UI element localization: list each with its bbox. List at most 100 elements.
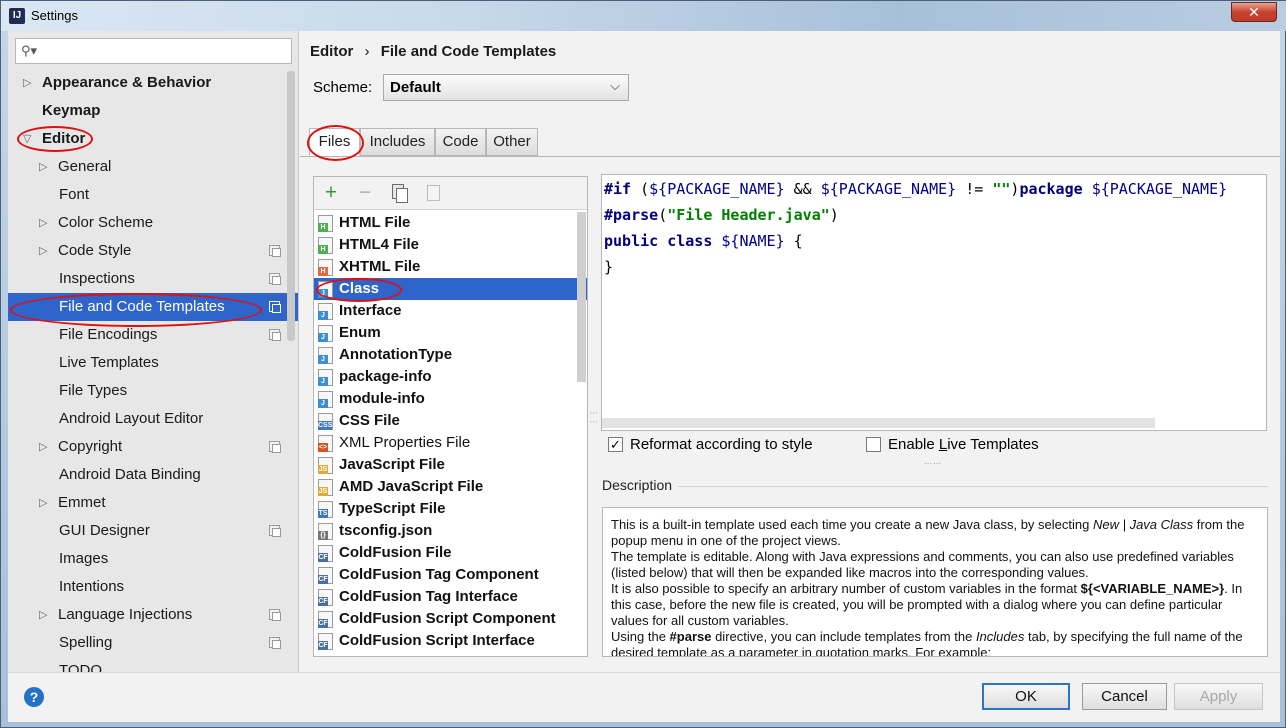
sidebar-item-code-style[interactable]: ▷ Code Style [8,237,298,265]
sidebar-item-android-data-binding[interactable]: Android Data Binding [8,461,298,489]
settings-search-input[interactable]: ⚲▾ [15,38,292,64]
sidebar-item-intentions[interactable]: Intentions [8,573,298,601]
splitter-handle[interactable]: ⋮⋮ [589,409,598,427]
reformat-checkbox-row[interactable]: ✓ Reformat according to style [608,435,838,455]
template-list-item[interactable]: CF ColdFusion File [314,542,587,564]
live-templates-checkbox[interactable] [866,437,881,452]
template-list-scrollbar[interactable] [577,212,586,382]
sidebar-item-label: File Encodings [59,326,158,343]
dialog-button-bar: ? OK Cancel Apply [8,672,1280,722]
chevron-right-icon: ▷ [39,609,48,621]
template-list-item[interactable]: <> XML Properties File [314,432,587,454]
template-list-item[interactable]: CF ColdFusion Tag Component [314,564,587,586]
desc-text: Using the [611,629,670,644]
desc-text: directive, you can include templates fro… [711,629,976,644]
sidebar-item-label: GUI Designer [59,522,150,539]
tab-code[interactable]: Code [435,128,486,156]
sidebar-item-file-types[interactable]: File Types [8,377,298,405]
apply-button[interactable]: Apply [1174,683,1263,710]
code-token: ${PACKAGE_NAME} [649,180,785,198]
file-type-badge: J [318,399,328,408]
sidebar-item-live-templates[interactable]: Live Templates [8,349,298,377]
template-list-label: XHTML File [339,258,421,275]
sidebar-item-general[interactable]: ▷ General [8,153,298,181]
template-list-item[interactable]: J AnnotationType [314,344,587,366]
code-token: ${NAME} [721,232,785,250]
remove-template-button[interactable]: − [353,180,377,206]
template-list-item[interactable]: H HTML4 File [314,234,587,256]
template-list-item[interactable]: Jpackage-info [314,366,587,388]
project-settings-icon [269,301,281,313]
sidebar-item-label: Spelling [59,634,113,651]
tab-files[interactable]: Files [309,128,360,156]
tab-divider [300,156,1280,157]
file-type-badge: CF [318,641,328,650]
tab-includes[interactable]: Includes [360,128,435,156]
help-icon[interactable]: ? [24,687,44,707]
sidebar-item-color-scheme[interactable]: ▷ Color Scheme [8,209,298,237]
tab-other[interactable]: Other [486,128,538,156]
sidebar-item-gui-designer[interactable]: GUI Designer [8,517,298,545]
copy-template-button[interactable] [387,180,411,206]
live-templates-checkbox-row[interactable]: Enable Live Templates [866,435,1056,455]
template-list-item[interactable]: TS TypeScript File [314,498,587,520]
template-list-item[interactable]: CSS CSS File [314,410,587,432]
template-list-item[interactable]: J Interface [314,300,587,322]
template-list-item[interactable]: H HTML File [314,212,587,234]
sidebar-item-android-layout-editor[interactable]: Android Layout Editor [8,405,298,433]
page-title: File and Code Templates [380,43,557,60]
reformat-checkbox[interactable]: ✓ [608,437,623,452]
file-type-icon: CF [318,545,333,562]
template-code-editor[interactable]: #if (${PACKAGE_NAME} && ${PACKAGE_NAME} … [601,174,1267,431]
sidebar-item-images[interactable]: Images [8,545,298,573]
file-type-badge: CF [318,575,328,584]
description-panel[interactable]: This is a built-in template used each ti… [602,507,1268,657]
template-list-item[interactable]: H XHTML File [314,256,587,278]
template-list-item[interactable]: CF ColdFusion Script Component [314,608,587,630]
template-list-item[interactable]: J Class [314,278,587,300]
file-type-badge: JS [318,465,328,474]
project-settings-icon [269,525,281,537]
template-list-item[interactable]: JS AMD JavaScript File [314,476,587,498]
splitter-handle[interactable]: ⋯⋯ [924,459,942,468]
sidebar-item-emmet[interactable]: ▷ Emmet [8,489,298,517]
template-list-item[interactable]: CF ColdFusion Script Interface [314,630,587,652]
scheme-select[interactable]: Default ⌵ [383,74,629,101]
sidebar-item-font[interactable]: Font [8,181,298,209]
sidebar-item-file-encodings[interactable]: File Encodings [8,321,298,349]
sidebar-item-appearance-behavior[interactable]: ▷ Appearance & Behavior [8,69,298,97]
file-type-badge: TS [318,509,328,518]
desc-text: New | Java Class [1092,517,1194,532]
sidebar-item-keymap[interactable]: Keymap [8,97,298,125]
template-list-item[interactable]: CF ColdFusion Tag Interface [314,586,587,608]
sidebar-item-editor[interactable]: ▽ Editor [8,125,298,153]
template-list-item[interactable]: J Enum [314,322,587,344]
template-list-item[interactable]: {} tsconfig.json [314,520,587,542]
sidebar-item-spelling[interactable]: Spelling [8,629,298,657]
cancel-button[interactable]: Cancel [1082,683,1167,710]
chevron-right-icon: ▷ [39,245,48,257]
sidebar-item-file-and-code-templates[interactable]: File and Code Templates [8,293,298,321]
ok-button[interactable]: OK [982,683,1070,710]
file-type-icon: H [318,215,333,232]
add-template-button[interactable]: + [319,180,343,206]
editor-horizontal-scrollbar[interactable] [602,418,1155,428]
code-token: { [784,232,803,250]
sidebar-scrollbar[interactable] [287,71,295,341]
template-list-item[interactable]: JS JavaScript File [314,454,587,476]
template-list-label: tsconfig.json [339,522,433,539]
sidebar-item-label: Copyright [58,438,123,455]
reset-template-button[interactable] [421,180,445,206]
close-window-button[interactable]: ✕ [1231,2,1277,22]
file-type-badge: J [318,355,328,364]
file-type-icon: CF [318,611,333,628]
sidebar-item-inspections[interactable]: Inspections [8,265,298,293]
sidebar-item-copyright[interactable]: ▷ Copyright [8,433,298,461]
sidebar-item-language-injections[interactable]: ▷ Language Injections [8,601,298,629]
file-type-badge: H [318,267,328,276]
label-part: Enable [888,436,939,453]
template-list-item[interactable]: Jmodule-info [314,388,587,410]
sidebar-item-todo[interactable]: TODO [8,657,298,672]
chevron-right-icon: ▷ [39,217,48,229]
reformat-label-text: Reformat according to style [630,436,813,453]
